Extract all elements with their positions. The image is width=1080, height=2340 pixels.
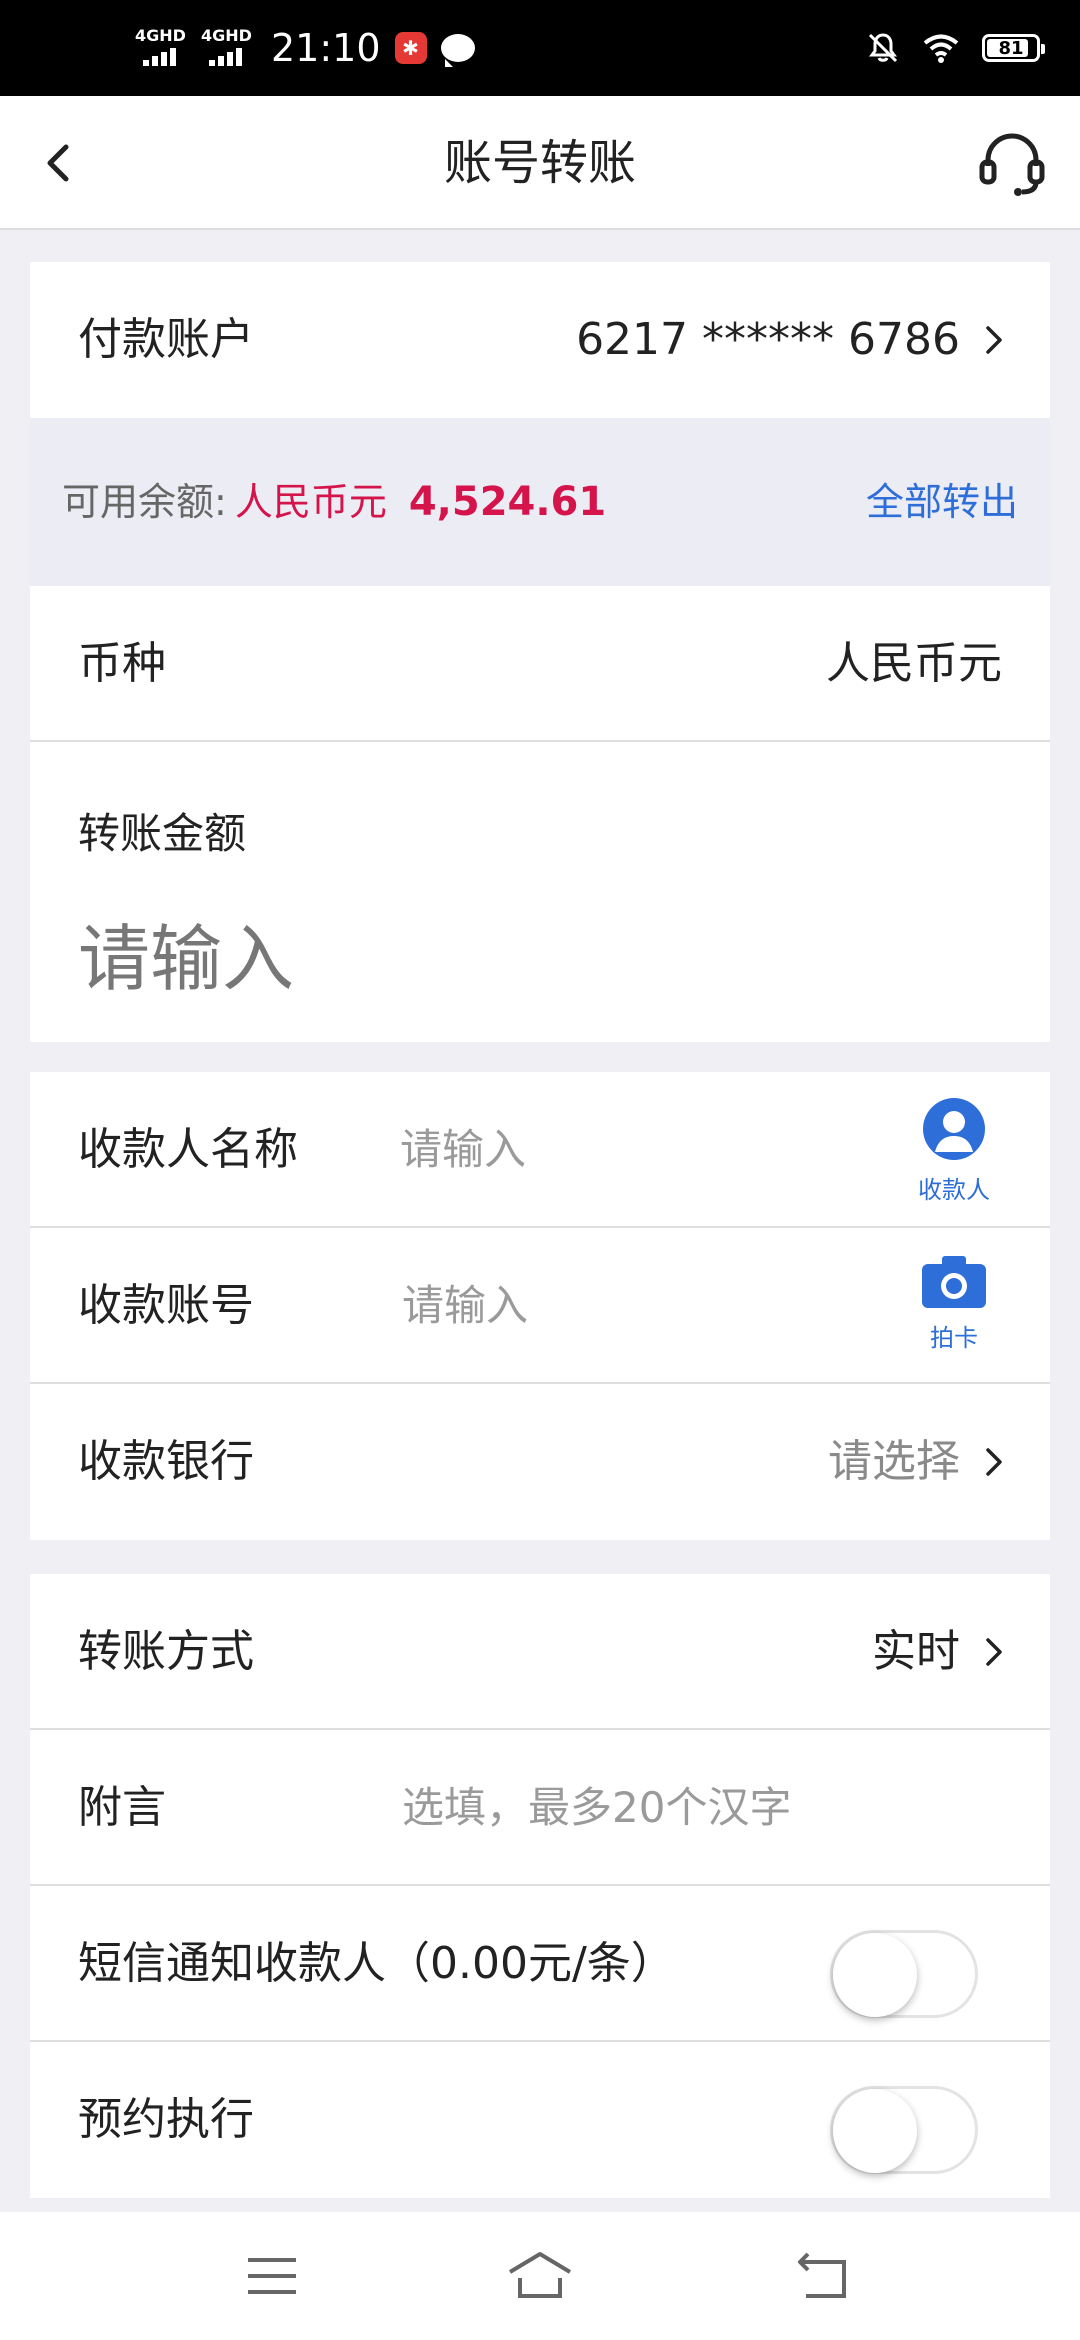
message-notification-icon bbox=[440, 34, 475, 67]
transfer-all-link[interactable]: 全部转出 bbox=[866, 418, 1018, 586]
amount-label: 转账金额 bbox=[78, 809, 247, 858]
sms-notify-toggle[interactable] bbox=[830, 1930, 978, 2018]
payee-name-label: 收款人名称 bbox=[78, 1124, 298, 1175]
payer-account-card: 付款账户 6217 ****** 6786 可用余额: 人民币元 4,524.61 … bbox=[30, 262, 1050, 1042]
home-icon[interactable] bbox=[506, 2246, 574, 2306]
sms-notify-row: 短信通知收款人（0.00元/条） bbox=[30, 1886, 1050, 2042]
top-app-bar: 账号转账 bbox=[0, 96, 1080, 230]
balance-label: 可用余额: bbox=[62, 480, 227, 524]
amount-input[interactable]: 请输入 bbox=[78, 900, 294, 1005]
transfer-method-label: 转账方式 bbox=[78, 1626, 254, 1677]
page-title: 账号转账 bbox=[443, 135, 636, 191]
transfer-options-card: 转账方式 实时 附言 选填，最多20个汉字 短信通知收款人（0.00元/条） 预… bbox=[30, 1574, 1050, 2198]
app-notification-icon: ✱ bbox=[394, 32, 427, 64]
note-label: 附言 bbox=[78, 1782, 166, 1833]
payee-name-input[interactable]: 请输入 bbox=[400, 1072, 526, 1228]
person-icon bbox=[923, 1098, 985, 1160]
payee-account-input[interactable]: 请输入 bbox=[402, 1228, 528, 1384]
payee-bank-row[interactable]: 收款银行 请选择 bbox=[30, 1384, 1050, 1540]
currency-value: 人民币元 bbox=[826, 638, 1002, 689]
chevron-right-icon bbox=[986, 326, 1002, 354]
payee-bank-label: 收款银行 bbox=[78, 1436, 254, 1487]
mute-bell-icon bbox=[868, 33, 898, 63]
amount-row[interactable]: 转账金额 请输入 bbox=[30, 742, 1050, 1042]
cellular-signal-icon-2: 4GHD bbox=[201, 28, 253, 68]
note-input[interactable]: 选填，最多20个汉字 bbox=[402, 1730, 791, 1886]
schedule-label: 预约执行 bbox=[78, 2094, 254, 2145]
headset-icon[interactable] bbox=[974, 126, 1050, 202]
sms-notify-label: 短信通知收款人（0.00元/条） bbox=[78, 1938, 675, 1989]
schedule-row: 预约执行 bbox=[30, 2042, 1050, 2198]
payee-account-row: 收款账号 请输入 拍卡 bbox=[30, 1228, 1050, 1384]
camera-icon bbox=[922, 1256, 986, 1308]
wifi-icon bbox=[923, 34, 959, 63]
network-type-label-2: 4GHD bbox=[201, 26, 252, 45]
payer-account-row[interactable]: 付款账户 6217 ****** 6786 bbox=[30, 262, 1050, 418]
chevron-right-icon bbox=[986, 1638, 1002, 1666]
chevron-right-icon bbox=[986, 1448, 1002, 1476]
available-balance-band: 可用余额: 人民币元 4,524.61 全部转出 bbox=[30, 418, 1050, 586]
transfer-method-value: 实时 bbox=[872, 1626, 960, 1677]
status-time: 21:10 bbox=[271, 26, 381, 70]
balance-currency: 人民币元 bbox=[234, 480, 387, 524]
currency-row: 币种 人民币元 bbox=[30, 586, 1050, 742]
payee-account-label: 收款账号 bbox=[78, 1280, 254, 1331]
note-row: 附言 选填，最多20个汉字 bbox=[30, 1730, 1050, 1886]
payee-contact-button[interactable]: 收款人 bbox=[904, 1098, 1004, 1208]
back-icon[interactable] bbox=[794, 2246, 854, 2306]
battery-level: 81 bbox=[998, 37, 1024, 59]
toggle-knob bbox=[833, 2089, 917, 2173]
payee-name-row: 收款人名称 请输入 收款人 bbox=[30, 1072, 1050, 1228]
available-balance: 可用余额: 人民币元 4,524.61 bbox=[62, 418, 606, 586]
payee-bank-value: 请选择 bbox=[828, 1436, 960, 1487]
network-type-label: 4GHD bbox=[135, 26, 186, 45]
status-bar: 4GHD 4GHD 21:10 ✱ 81 bbox=[0, 0, 1080, 96]
payee-icon-caption: 收款人 bbox=[918, 1176, 990, 1204]
toggle-knob bbox=[833, 1933, 917, 2017]
balance-amount: 4,524.61 bbox=[408, 479, 607, 525]
menu-icon[interactable] bbox=[242, 2246, 302, 2306]
battery-icon: 81 bbox=[982, 34, 1045, 62]
payee-card: 收款人名称 请输入 收款人 收款账号 请输入 拍卡 收款银行 请选择 bbox=[30, 1072, 1050, 1540]
transfer-method-row[interactable]: 转账方式 实时 bbox=[30, 1574, 1050, 1730]
currency-label: 币种 bbox=[78, 638, 166, 689]
scan-card-button[interactable]: 拍卡 bbox=[904, 1254, 1004, 1364]
payer-account-label: 付款账户 bbox=[78, 314, 254, 365]
system-navigation-bar bbox=[0, 2212, 1080, 2340]
cellular-signal-icon: 4GHD bbox=[135, 28, 187, 68]
scan-icon-caption: 拍卡 bbox=[930, 1324, 978, 1352]
schedule-toggle[interactable] bbox=[830, 2086, 978, 2174]
payer-account-number: 6217 ****** 6786 bbox=[576, 314, 960, 365]
